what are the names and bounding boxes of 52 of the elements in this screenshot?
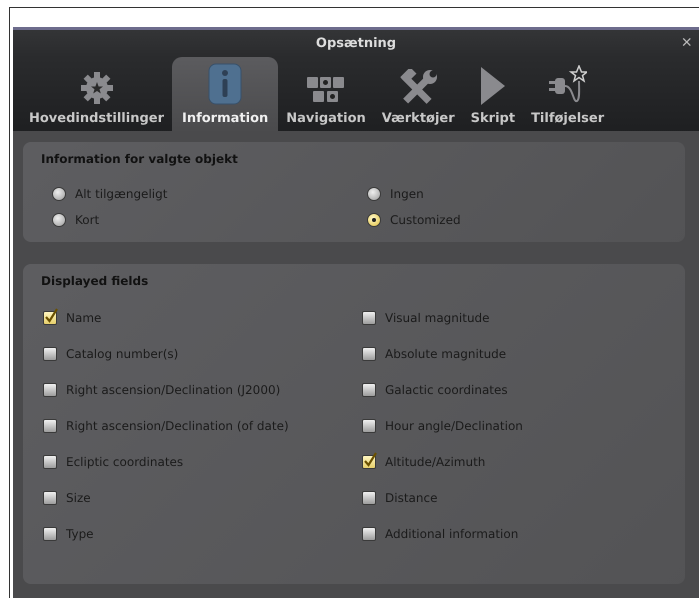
checkbox[interactable]: [362, 491, 376, 505]
checkbox[interactable]: [43, 347, 57, 361]
tab[interactable]: Hovedindstillinger: [21, 57, 172, 131]
checkbox[interactable]: [43, 419, 57, 433]
tab[interactable]: Tilføjelser: [523, 57, 612, 131]
checkbox-label: Visual magnitude: [385, 311, 490, 325]
radio-button[interactable]: [367, 187, 381, 201]
group-title: Displayed fields: [41, 274, 150, 288]
info-icon: [208, 63, 242, 105]
checkbox-label: Size: [66, 491, 91, 505]
plug-icon: [548, 65, 587, 105]
checkbox-label: Galactic coordinates: [385, 383, 508, 397]
gear-icon: [80, 71, 114, 105]
checkbox[interactable]: [43, 491, 57, 505]
checkbox-label: Additional information: [385, 527, 518, 541]
radio-label: Kort: [75, 213, 100, 227]
checkbox[interactable]: [362, 419, 376, 433]
radio-button[interactable]: [367, 213, 381, 227]
checkbox[interactable]: [43, 311, 57, 325]
checkbox[interactable]: [362, 455, 376, 469]
radio-label: Ingen: [390, 187, 424, 201]
radio-button[interactable]: [52, 213, 66, 227]
radio-label: Customized: [390, 213, 461, 227]
play-icon: [480, 67, 505, 105]
grid-icon: [307, 77, 346, 105]
tab[interactable]: Navigation: [278, 57, 374, 131]
checkbox-label: Absolute magnitude: [385, 347, 506, 361]
checkbox-label: Type: [66, 527, 94, 541]
tools-icon: [398, 69, 438, 105]
radio-button[interactable]: [52, 187, 66, 201]
radio-label: Alt tilgængeligt: [75, 187, 168, 201]
checkbox-label: Altitude/Azimuth: [385, 455, 486, 469]
checkbox[interactable]: [362, 347, 376, 361]
checkbox-label: Distance: [385, 491, 438, 505]
checkbox[interactable]: [43, 527, 57, 541]
checkbox-label: Right ascension/Declination (J2000): [66, 383, 280, 397]
checkbox-label: Hour angle/Declination: [385, 419, 523, 433]
close-button[interactable]: ×: [678, 33, 695, 51]
tab[interactable]: Skript: [462, 57, 524, 131]
checkbox[interactable]: [43, 455, 57, 469]
checkbox-label: Name: [66, 311, 102, 325]
group-title: Information for valgte objekt: [41, 152, 239, 166]
checkbox-label: Catalog number(s): [66, 347, 178, 361]
tab[interactable]: Information: [172, 57, 278, 131]
checkbox-label: Right ascension/Declination (of date): [66, 419, 289, 433]
window-title: Opsætning: [316, 36, 396, 50]
checkbox[interactable]: [362, 527, 376, 541]
tab[interactable]: Værktøjer: [374, 57, 463, 131]
checkbox[interactable]: [43, 383, 57, 397]
checkbox[interactable]: [362, 311, 376, 325]
checkbox[interactable]: [362, 383, 376, 397]
checkbox-label: Ecliptic coordinates: [66, 455, 184, 469]
